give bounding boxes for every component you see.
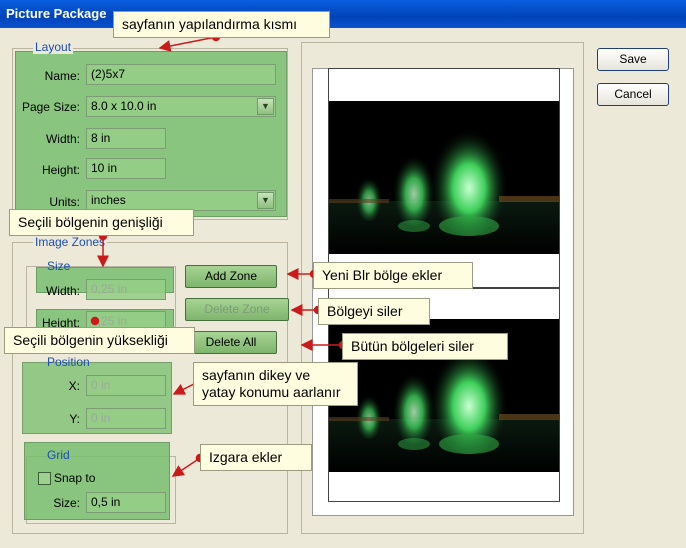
height-field[interactable]: 10 in	[86, 158, 166, 179]
name-label: Name:	[44, 69, 80, 83]
size-legend: Size	[47, 259, 71, 273]
image-zones-legend: Image Zones	[33, 235, 108, 249]
callout-position-line2: yatay konumu aarlanır	[202, 384, 341, 400]
x-label: X:	[68, 379, 80, 393]
chevron-down-icon[interactable]: ▼	[257, 98, 274, 115]
delete-zone-button[interactable]: Delete Zone	[185, 298, 289, 321]
units-value: inches	[91, 193, 126, 207]
name-field[interactable]: (2)5x7	[86, 64, 276, 85]
layout-legend: Layout	[33, 40, 74, 54]
save-button[interactable]: Save	[597, 48, 669, 71]
callout-add-zone: Yeni Blr bölge ekler	[313, 262, 473, 289]
page-size-value: 8.0 x 10.0 in	[91, 99, 157, 113]
zone-width-label: Width:	[45, 284, 80, 298]
delete-all-button[interactable]: Delete All	[185, 331, 277, 354]
cancel-button[interactable]: Cancel	[597, 83, 669, 106]
snap-label: Snap to	[54, 471, 96, 485]
page-size-select[interactable]: 8.0 x 10.0 in ▼	[86, 96, 276, 117]
title-bar: Picture Package	[0, 0, 686, 28]
callout-layout-section: sayfanın yapılandırma kısmı	[113, 11, 330, 38]
callout-zone-height: Seçili bölgenin yüksekliği	[4, 327, 195, 354]
snap-checkbox[interactable]	[38, 472, 51, 485]
width-label: Width:	[45, 132, 80, 146]
units-select[interactable]: inches ▼	[86, 190, 276, 211]
grid-size-label: Size:	[53, 496, 80, 510]
grid-size-field[interactable]: 0,5 in	[86, 492, 166, 513]
window-title: Picture Package	[6, 6, 107, 21]
width-field[interactable]: 8 in	[86, 128, 166, 149]
callout-delete-all: Bütün bölgeleri siler	[342, 333, 508, 360]
callout-zone-width: Seçili bölgenin genişliği	[9, 209, 194, 236]
zone-width-field[interactable]: 0,25 in	[86, 279, 166, 300]
callout-position-line1: sayfanın dikey ve	[202, 367, 311, 383]
page-size-label: Page Size:	[21, 100, 80, 114]
x-field[interactable]: 0 in	[86, 375, 166, 396]
height-label: Height:	[41, 163, 80, 177]
add-zone-button[interactable]: Add Zone	[185, 265, 277, 288]
position-legend: Position	[47, 355, 90, 369]
units-label: Units:	[49, 195, 80, 209]
callout-position: sayfanın dikey ve yatay konumu aarlanır	[193, 362, 358, 406]
callout-delete-zone: Bölgeyi siler	[318, 298, 430, 325]
grid-legend: Grid	[47, 448, 70, 462]
callout-grid: Izgara ekler	[200, 444, 312, 471]
fountain-photo-top	[329, 101, 559, 254]
chevron-down-icon[interactable]: ▼	[257, 192, 274, 209]
y-label: Y:	[69, 412, 80, 426]
y-field[interactable]: 0 in	[86, 408, 166, 429]
